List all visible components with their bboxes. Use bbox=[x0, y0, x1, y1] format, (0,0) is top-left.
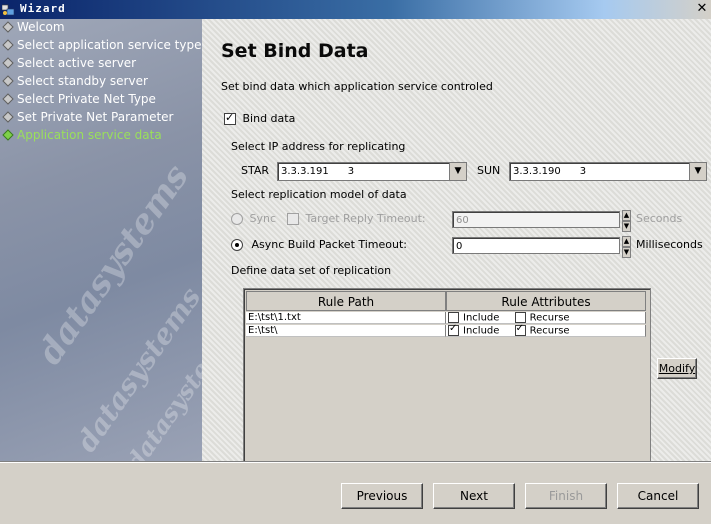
recurse-label: Recurse bbox=[529, 325, 570, 337]
wizard-steps-sidebar: datasystems datasystems datasystems Welc… bbox=[0, 19, 202, 461]
sun-ip-select[interactable]: 3.3.3.190 3 ▼ bbox=[509, 162, 707, 181]
radio-button[interactable] bbox=[231, 239, 243, 251]
diamond-step-icon bbox=[2, 57, 14, 69]
close-icon[interactable]: ✕ bbox=[695, 1, 709, 17]
star-label: STAR bbox=[241, 164, 270, 177]
spin-up-icon[interactable]: ▲ bbox=[622, 236, 631, 247]
modify-button[interactable]: Modify bbox=[657, 358, 697, 379]
window-title: Wizard bbox=[20, 2, 66, 15]
target-reply-checkbox[interactable]: Target Reply Timeout: bbox=[287, 212, 426, 225]
diamond-step-icon bbox=[2, 75, 14, 87]
step-private-net-type: Select Private Net Type bbox=[2, 91, 156, 107]
table-header: Rule Path Rule Attributes bbox=[246, 291, 646, 311]
rule-path-cell[interactable]: E:\tst\ bbox=[246, 325, 446, 337]
cancel-button[interactable]: Cancel bbox=[617, 483, 699, 509]
async-timeout-field[interactable]: 0 bbox=[452, 237, 620, 254]
include-checkbox[interactable] bbox=[448, 312, 459, 323]
diamond-step-icon bbox=[2, 39, 14, 51]
modify-button-label: Modify bbox=[658, 362, 696, 375]
milliseconds-label: Milliseconds bbox=[636, 238, 703, 251]
table-row[interactable]: E:\tst\1.txt Include Recurse bbox=[246, 312, 646, 324]
replication-section-label: Select replication model of data bbox=[231, 188, 407, 201]
target-reply-timeout-field[interactable]: 60 bbox=[452, 211, 620, 228]
next-button[interactable]: Next bbox=[433, 483, 515, 509]
rule-attributes-cell: Include Recurse bbox=[446, 312, 646, 324]
diamond-active-step-icon bbox=[2, 129, 14, 141]
async-timeout-spinner[interactable]: ▲ ▼ bbox=[622, 236, 631, 258]
rule-path-cell[interactable]: E:\tst\1.txt bbox=[246, 312, 446, 324]
finish-button[interactable]: Finish bbox=[525, 483, 607, 509]
dataset-section-label: Define data set of replication bbox=[231, 264, 392, 277]
sun-label: SUN bbox=[477, 164, 501, 177]
star-ip-select[interactable]: 3.3.3.191 3 ▼ bbox=[277, 162, 467, 181]
include-label: Include bbox=[463, 312, 500, 324]
step-label: Select application service type bbox=[17, 38, 202, 52]
spin-up-icon[interactable]: ▲ bbox=[622, 210, 631, 221]
page-title: Set Bind Data bbox=[221, 40, 369, 62]
star-ip-value: 3.3.3.191 3 bbox=[281, 166, 355, 177]
target-reply-label: Target Reply Timeout: bbox=[305, 212, 426, 225]
column-header-rule-path[interactable]: Rule Path bbox=[246, 291, 446, 311]
step-welcom: Welcom bbox=[2, 19, 65, 35]
async-label: Async Build Packet Timeout: bbox=[251, 238, 408, 251]
previous-button-label: Previous bbox=[356, 489, 408, 503]
sync-radio[interactable]: Sync bbox=[231, 212, 276, 225]
diamond-step-icon bbox=[2, 93, 14, 105]
step-label: Select active server bbox=[17, 56, 137, 70]
step-select-standby-server: Select standby server bbox=[2, 73, 148, 89]
finish-button-label: Finish bbox=[548, 489, 584, 503]
app-icon bbox=[2, 4, 15, 16]
column-header-rule-attributes[interactable]: Rule Attributes bbox=[446, 291, 646, 311]
chevron-down-icon[interactable]: ▼ bbox=[449, 163, 466, 180]
diamond-step-icon bbox=[2, 21, 14, 33]
include-label: Include bbox=[463, 325, 500, 337]
step-private-net-parameter: Set Private Net Parameter bbox=[2, 109, 173, 125]
recurse-checkbox[interactable] bbox=[514, 323, 526, 336]
next-button-label: Next bbox=[460, 489, 488, 503]
spin-down-icon[interactable]: ▼ bbox=[622, 247, 631, 258]
async-radio[interactable]: Async Build Packet Timeout: bbox=[231, 238, 407, 251]
target-reply-spinner[interactable]: ▲ ▼ bbox=[622, 210, 631, 232]
step-label: Application service data bbox=[17, 128, 162, 142]
step-select-service-type: Select application service type bbox=[2, 37, 201, 53]
seconds-label: Seconds bbox=[636, 212, 683, 225]
checkbox[interactable] bbox=[224, 111, 236, 125]
recurse-checkbox[interactable] bbox=[514, 312, 526, 323]
ip-section-label: Select IP address for replicating bbox=[231, 140, 406, 153]
step-select-active-server: Select active server bbox=[2, 55, 136, 71]
diamond-step-icon bbox=[2, 111, 14, 123]
chevron-down-icon[interactable]: ▼ bbox=[689, 163, 706, 180]
sun-ip-value: 3.3.3.190 3 bbox=[513, 166, 587, 177]
table-row[interactable]: E:\tst\ Include Recurse bbox=[246, 323, 646, 337]
recurse-label: Recurse bbox=[529, 312, 570, 324]
wizard-button-bar: Previous Next Finish Cancel bbox=[0, 461, 711, 524]
bind-data-checkbox[interactable]: Bind data bbox=[224, 111, 296, 125]
step-label: Select standby server bbox=[17, 74, 148, 88]
cancel-button-label: Cancel bbox=[637, 489, 679, 503]
bind-data-label: Bind data bbox=[242, 112, 296, 125]
page-description: Set bind data which application service … bbox=[221, 80, 493, 93]
rule-attributes-cell: Include Recurse bbox=[446, 323, 646, 337]
step-label: Welcom bbox=[17, 20, 65, 34]
radio-button[interactable] bbox=[231, 213, 243, 225]
title-bar: Wizard ✕ bbox=[0, 0, 711, 19]
spin-down-icon[interactable]: ▼ bbox=[622, 221, 631, 232]
step-label: Set Private Net Parameter bbox=[17, 110, 174, 124]
sync-label: Sync bbox=[249, 212, 277, 225]
rule-table: Rule Path Rule Attributes E:\tst\1.txt I… bbox=[243, 288, 651, 475]
step-application-service-data: Application service data bbox=[2, 127, 162, 143]
checkbox[interactable] bbox=[287, 213, 299, 225]
include-checkbox[interactable] bbox=[448, 323, 459, 336]
step-label: Select Private Net Type bbox=[17, 92, 156, 106]
wizard-content: Set Bind Data Set bind data which applic… bbox=[202, 19, 711, 475]
previous-button[interactable]: Previous bbox=[341, 483, 423, 509]
